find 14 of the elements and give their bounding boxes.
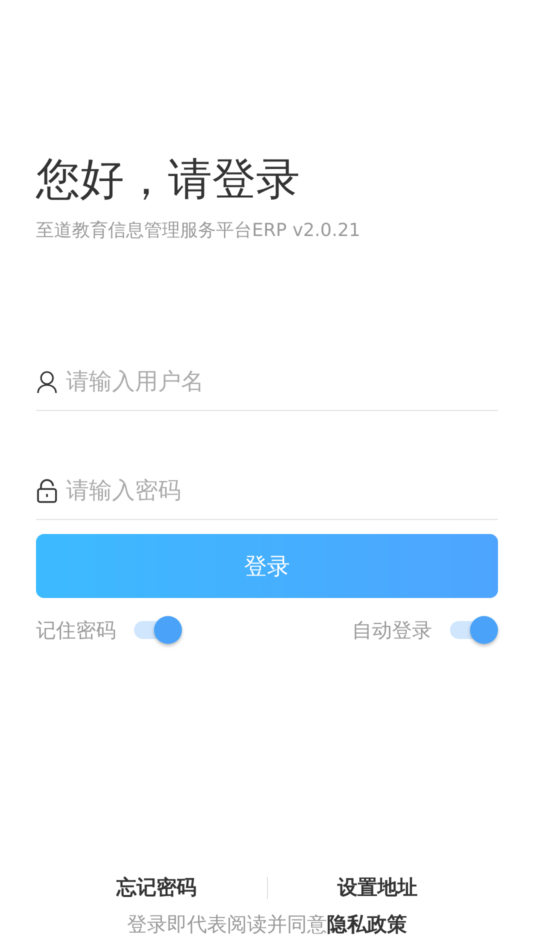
greeting-title: 您好，请登录 [36,153,301,207]
server-settings-link[interactable]: 设置地址 [268,874,418,901]
toggle-switch[interactable] [134,616,182,644]
agreement-text: 登录即代表阅读并同意 [127,911,327,938]
toggle-switch[interactable] [450,616,498,644]
platform-subtitle: 至道教育信息管理服务平台ERP v2.0.21 [36,219,362,242]
lock-icon [36,479,58,503]
forgot-password-link[interactable]: 忘记密码 [116,874,266,901]
toggle-label: 记住密码 [36,616,116,644]
privacy-policy-link[interactable]: 隐私政策 [327,911,407,938]
username-field[interactable]: 请输入用户名 [66,369,498,395]
user-icon [36,370,58,394]
password-field[interactable]: 请输入密码 [66,478,498,504]
toggle-label: 自动登录 [352,616,432,644]
